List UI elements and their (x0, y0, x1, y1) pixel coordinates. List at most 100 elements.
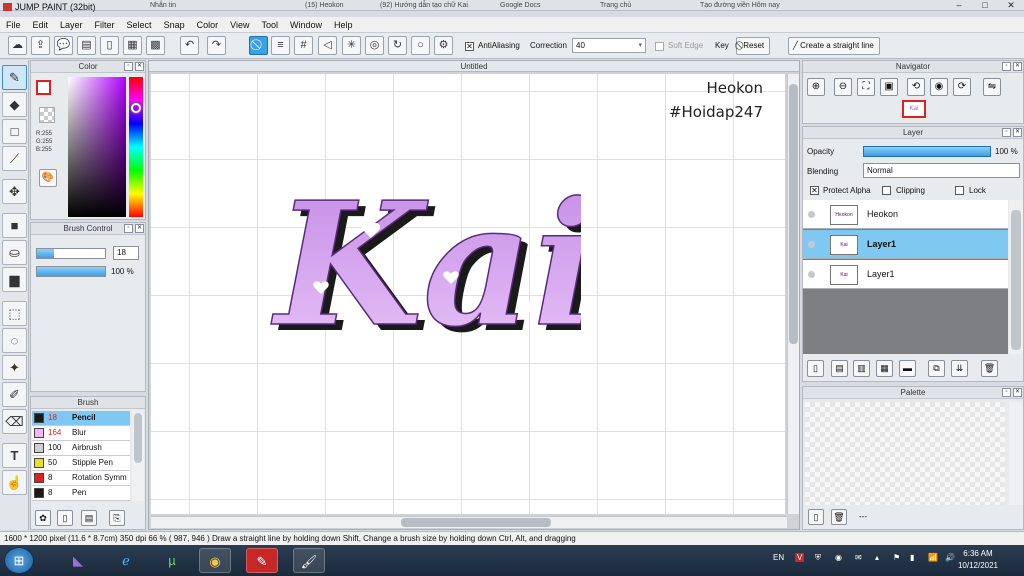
chrome-icon[interactable]: ◉ (199, 548, 231, 573)
close-icon[interactable]: ✕ (135, 224, 144, 233)
fill-rect-tool-icon[interactable]: ■ (2, 213, 27, 238)
paint-brush-icon[interactable]: 🖌 (293, 548, 325, 573)
undock-icon[interactable]: ▫ (1002, 388, 1011, 397)
duplicate-layer-icon[interactable]: ⧉ (928, 360, 945, 377)
concentric-snap-icon[interactable]: ◎ (365, 36, 384, 55)
brush-menu-icon[interactable]: ▤ (81, 510, 97, 526)
shape-tool-icon[interactable]: □ (2, 119, 27, 144)
menu-layer[interactable]: Layer (54, 20, 89, 30)
gradient-tool-icon[interactable]: ▆ (2, 267, 27, 292)
new-brush-icon[interactable]: ▯ (57, 510, 73, 526)
brush-size-field[interactable]: 18 (113, 246, 139, 260)
new-folder-icon[interactable]: ▬ (899, 360, 916, 377)
palette-scrollbar[interactable] (1009, 402, 1023, 505)
browser-tab[interactable]: Trang chủ (600, 0, 631, 10)
hand-tool-icon[interactable]: ☝ (2, 470, 27, 495)
vivaldi-tray-icon[interactable]: V (795, 553, 805, 562)
rotate-right-icon[interactable]: ⟳ (953, 78, 971, 96)
brush-list-item[interactable]: 100 Airbrush (32, 441, 130, 456)
brush-opacity-slider[interactable] (36, 266, 106, 277)
zoom-out-icon[interactable]: ⊖ (834, 78, 852, 96)
menu-tool[interactable]: Tool (255, 20, 284, 30)
reset-button[interactable]: ⃠ Reset (736, 37, 771, 55)
signal-tray-icon[interactable]: 📶 (928, 553, 938, 562)
document-list-icon[interactable]: ▦ (123, 36, 142, 55)
move-tool-icon[interactable]: ✥ (2, 179, 27, 204)
canvas-vertical-scroll-thumb[interactable] (789, 84, 798, 344)
cloud-icon[interactable]: ☁ (8, 36, 27, 55)
layer-visibility-icon[interactable] (808, 241, 815, 248)
chrome-tray-icon[interactable]: ◉ (835, 553, 842, 562)
internet-explorer-icon[interactable]: ℯ (110, 548, 142, 573)
new-palette-icon[interactable]: ▯ (808, 509, 824, 525)
visual-studio-icon[interactable]: ◣ (62, 548, 94, 573)
palette-picker-icon[interactable]: 🎨 (39, 169, 57, 187)
hue-slider-knob[interactable] (131, 103, 141, 113)
menu-snap[interactable]: Snap (158, 20, 191, 30)
canvas-tab[interactable]: Untitled (149, 61, 799, 72)
menu-edit[interactable]: Edit (27, 20, 55, 30)
curve-snap-icon[interactable]: ↻ (388, 36, 407, 55)
undock-icon[interactable]: ▫ (1002, 128, 1011, 137)
create-straight-line-button[interactable]: ╱ Create a straight line (788, 37, 880, 55)
new-layer-1bit-icon[interactable]: ▥ (853, 360, 870, 377)
layer-list-scroll-thumb[interactable] (1011, 210, 1021, 350)
magic-wand-tool-icon[interactable]: ✦ (2, 355, 27, 380)
flip-horizontal-icon[interactable]: ⇋ (983, 78, 1001, 96)
merge-layer-icon[interactable]: ⇊ (951, 360, 968, 377)
speech-bubble-icon[interactable]: ▤ (77, 36, 96, 55)
snap-off-icon[interactable]: ⃠ (249, 36, 268, 55)
new-layer-8bit-icon[interactable]: ▤ (831, 360, 848, 377)
menu-help[interactable]: Help (328, 20, 359, 30)
layer-visibility-icon[interactable] (808, 211, 815, 218)
menu-file[interactable]: File (0, 20, 27, 30)
maximize-icon[interactable]: □ (972, 0, 998, 10)
bucket-tool-icon[interactable]: ⛀ (2, 240, 27, 265)
close-icon[interactable]: ✕ (135, 62, 144, 71)
saturation-value-picker[interactable] (68, 77, 126, 217)
brush-tool-icon[interactable]: ✎ (2, 65, 27, 90)
brush-list-item[interactable]: 50 Stipple Pen (32, 456, 130, 471)
canvas-horizontal-scrollbar[interactable] (151, 516, 787, 528)
new-halftone-layer-icon[interactable]: ▦ (876, 360, 893, 377)
redo-icon[interactable]: ↷ (207, 36, 226, 55)
layer-opacity-slider[interactable] (863, 146, 991, 157)
layer-visibility-icon[interactable] (808, 271, 815, 278)
brush-list-item[interactable]: 8 Pen (32, 486, 130, 501)
upload-icon[interactable]: ⇪ (31, 36, 50, 55)
select-eraser-tool-icon[interactable]: ⌫ (2, 409, 27, 434)
flag-tray-icon[interactable]: ⚑ (893, 553, 900, 562)
layer-row[interactable]: Heokon #Hoidap247 Heokon (803, 200, 1008, 236)
comment-icon[interactable]: 💬 (54, 36, 73, 55)
crisscross-snap-icon[interactable]: # (294, 36, 313, 55)
document-icon[interactable]: ▯ (100, 36, 119, 55)
fit-window-icon[interactable]: ⛶ (857, 78, 875, 96)
transparent-color-swatch[interactable] (39, 107, 55, 123)
canvas-horizontal-scroll-thumb[interactable] (401, 518, 551, 527)
language-indicator[interactable]: EN (773, 553, 784, 562)
undo-icon[interactable]: ↶ (180, 36, 199, 55)
foreground-color-swatch[interactable] (36, 80, 51, 95)
vanishing-point-icon[interactable]: ◁ (318, 36, 337, 55)
eraser-tool-icon[interactable]: ◆ (2, 92, 27, 117)
undock-icon[interactable]: ▫ (1002, 62, 1011, 71)
rotate-reset-icon[interactable]: ◉ (930, 78, 948, 96)
delete-layer-icon[interactable]: 🗑 (981, 360, 998, 377)
menu-color[interactable]: Color (191, 20, 225, 30)
layer-list-scrollbar[interactable] (1009, 200, 1023, 354)
menu-window[interactable]: Window (284, 20, 328, 30)
circle-snap-icon[interactable]: ○ (411, 36, 430, 55)
brush-list-item[interactable]: 18 Pencil (32, 411, 130, 426)
palette-swatches[interactable] (805, 402, 1005, 505)
protect-alpha-checkbox[interactable]: ✕ (810, 186, 819, 195)
undock-icon[interactable]: ▫ (124, 224, 133, 233)
navigator-preview[interactable]: Kai (902, 100, 926, 118)
drawing-canvas[interactable]: Heokon #Hoidap247 Kai Kai (151, 74, 785, 514)
select-rect-tool-icon[interactable]: ⬚ (2, 301, 27, 326)
close-icon[interactable]: ✕ (998, 0, 1024, 10)
grid-icon[interactable]: ▩ (146, 36, 165, 55)
browser-tab[interactable]: Google Docs (500, 0, 540, 10)
undock-icon[interactable]: ▫ (124, 62, 133, 71)
blending-select[interactable]: Normal (863, 163, 1020, 178)
menu-filter[interactable]: Filter (89, 20, 121, 30)
